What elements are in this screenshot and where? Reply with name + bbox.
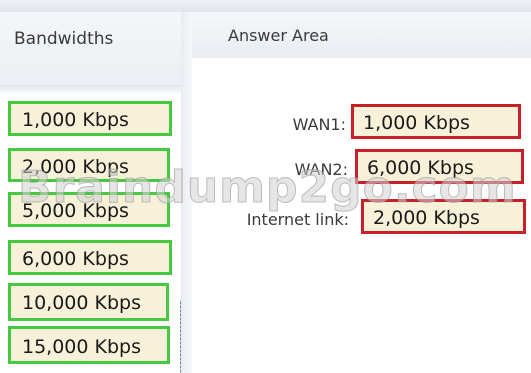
answer-area-header: Answer Area xyxy=(192,12,531,58)
internet-link-answer-box[interactable]: 2,000 Kbps xyxy=(361,199,526,234)
bandwidth-item-6000[interactable]: 6,000 Kbps xyxy=(8,240,172,275)
bandwidth-item-5000[interactable]: 5,000 Kbps xyxy=(8,192,170,227)
wan2-answer-box[interactable]: 6,000 Kbps xyxy=(355,149,524,184)
bandwidths-title: Bandwidths xyxy=(14,29,114,49)
panel-divider xyxy=(181,12,192,373)
bandwidths-panel: Bandwidths 1,000 Kbps 2,000 Kbps 5,000 K… xyxy=(0,12,181,373)
answer-area-title: Answer Area xyxy=(228,26,329,45)
bandwidth-item-2000[interactable]: 2,000 Kbps xyxy=(8,148,170,182)
bandwidth-item-15000[interactable]: 15,000 Kbps xyxy=(8,326,170,364)
header-shadow xyxy=(0,85,181,95)
bandwidth-item-10000[interactable]: 10,000 Kbps xyxy=(8,283,169,321)
top-strip xyxy=(0,0,531,12)
wan1-label: WAN1: xyxy=(292,115,346,134)
wan2-label: WAN2: xyxy=(294,160,348,179)
bandwidths-header: Bandwidths xyxy=(0,12,181,85)
internet-link-label: Internet link: xyxy=(246,210,349,229)
bandwidth-item-1000[interactable]: 1,000 Kbps xyxy=(8,101,172,136)
wan1-answer-box[interactable]: 1,000 Kbps xyxy=(351,104,521,139)
